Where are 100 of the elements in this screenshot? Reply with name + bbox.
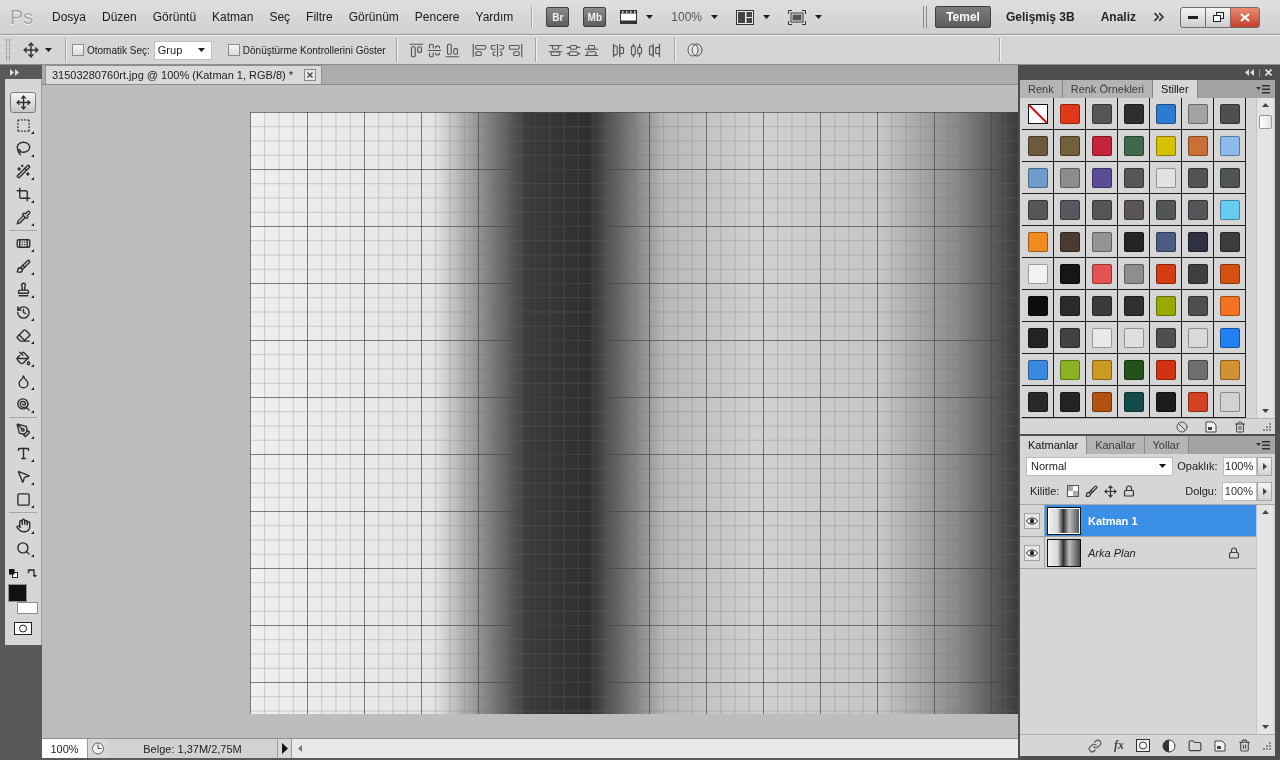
clock-icon[interactable] — [88, 739, 108, 758]
layer-item[interactable]: Arka Plan — [1045, 537, 1256, 568]
style-swatch-icon[interactable] — [1027, 231, 1048, 252]
fill-field[interactable]: 100% — [1222, 481, 1257, 501]
style-swatch-icon[interactable] — [1155, 135, 1176, 156]
style-swatch-icon[interactable] — [1059, 327, 1080, 348]
style-swatch-icon[interactable] — [1155, 231, 1176, 252]
distribute-center-icon[interactable] — [628, 42, 644, 58]
style-swatch-icon[interactable] — [1123, 135, 1144, 156]
minimize-button[interactable] — [1180, 6, 1206, 28]
style-swatch-icon[interactable] — [1027, 167, 1048, 188]
style-swatch-icon[interactable] — [1155, 263, 1176, 284]
launcher-button[interactable]: Br — [546, 7, 570, 27]
style-swatch-icon[interactable] — [1059, 263, 1080, 284]
checkerboard-icon[interactable] — [1067, 485, 1080, 497]
visibility-toggle[interactable] — [1024, 544, 1040, 561]
style-swatch-icon[interactable] — [1027, 263, 1048, 284]
menu-item[interactable]: Görünüm — [340, 7, 407, 27]
style-swatch-icon[interactable] — [1123, 199, 1144, 220]
style-swatch-icon[interactable] — [1187, 103, 1208, 124]
workspace-button[interactable]: Temel — [935, 6, 991, 28]
tool-button[interactable] — [10, 92, 36, 113]
style-swatch-icon[interactable] — [1059, 167, 1080, 188]
style-swatch-icon[interactable] — [1219, 391, 1240, 412]
menu-item[interactable]: Görüntü — [144, 7, 205, 27]
style-swatch-icon[interactable] — [1123, 391, 1144, 412]
style-swatch-icon[interactable] — [1027, 391, 1048, 412]
vertical-scrollbar[interactable] — [1256, 98, 1273, 418]
style-swatch-icon[interactable] — [1091, 167, 1112, 188]
style-swatch-icon[interactable] — [1155, 295, 1176, 316]
style-swatch-icon[interactable] — [1059, 391, 1080, 412]
brush-icon[interactable] — [1085, 484, 1099, 498]
panel-tab[interactable]: Yollar — [1144, 436, 1189, 454]
style-swatch-icon[interactable] — [1059, 231, 1080, 252]
distribute-middle-icon[interactable] — [565, 42, 581, 58]
checkbox[interactable] — [227, 44, 240, 56]
workspace-button[interactable]: Gelişmiş 3B — [994, 6, 1086, 28]
style-swatch-icon[interactable] — [1059, 135, 1080, 156]
style-swatch-icon[interactable] — [1187, 391, 1208, 412]
style-swatch-icon[interactable] — [1091, 231, 1112, 252]
style-swatch-icon[interactable] — [1187, 263, 1208, 284]
scroll-left-icon[interactable] — [298, 745, 302, 752]
style-swatch-icon[interactable] — [1123, 359, 1144, 380]
style-swatch-icon[interactable] — [1155, 327, 1176, 348]
distribute-left-icon[interactable] — [610, 42, 626, 58]
menu-item[interactable]: Seç — [261, 7, 299, 27]
menu-item[interactable]: Yardım — [467, 7, 522, 27]
style-swatch-icon[interactable] — [1155, 391, 1176, 412]
document-tab[interactable]: 31503280760rt.jpg @ 100% (Katman 1, RGB/8) * — [45, 65, 323, 84]
close-button[interactable] — [1230, 6, 1260, 28]
style-swatch-icon[interactable] — [1187, 231, 1208, 252]
style-swatch-icon[interactable] — [1123, 263, 1144, 284]
menu-item[interactable]: Filtre — [298, 7, 341, 27]
checkbox[interactable] — [72, 44, 84, 56]
style-swatch-icon[interactable] — [1187, 295, 1208, 316]
auto-select-dropdown[interactable]: Grup — [153, 40, 212, 60]
align-right-icon[interactable] — [507, 42, 523, 58]
style-swatch-icon[interactable] — [1027, 327, 1048, 348]
folder-icon[interactable] — [1188, 738, 1202, 753]
align-top-icon[interactable] — [408, 42, 424, 58]
panel-tab[interactable]: Stiller — [1153, 80, 1198, 98]
trash-icon[interactable] — [1238, 739, 1251, 752]
opacity-slider-button[interactable] — [1257, 456, 1272, 476]
align-bottom-icon[interactable] — [444, 42, 460, 58]
style-swatch-icon[interactable] — [1059, 359, 1080, 380]
double-triangle-left-icon[interactable] — [1245, 69, 1254, 76]
overlapping-ovals-icon[interactable] — [686, 43, 703, 57]
menu-item[interactable]: Düzen — [94, 7, 145, 27]
style-swatch-icon[interactable] — [1091, 103, 1112, 124]
panel-tab[interactable]: Renk Örnekleri — [1062, 80, 1154, 98]
distribute-bottom-icon[interactable] — [583, 42, 599, 58]
style-swatch-icon[interactable] — [1123, 231, 1144, 252]
style-swatch-icon[interactable] — [1219, 231, 1240, 252]
style-swatch-icon[interactable] — [1187, 199, 1208, 220]
bent-arrow-icon[interactable] — [27, 568, 37, 578]
style-swatch-icon[interactable] — [1219, 263, 1240, 284]
style-swatch-icon[interactable] — [1091, 135, 1112, 156]
overlapping-squares-icon[interactable] — [9, 568, 18, 578]
style-swatch-icon[interactable] — [1187, 135, 1208, 156]
launcher-button[interactable]: Mb — [583, 7, 607, 27]
move-icon[interactable] — [1104, 484, 1118, 498]
foreground-swatch-icon[interactable] — [8, 584, 27, 602]
circle-in-square-icon[interactable] — [1136, 739, 1150, 752]
double-triangle-right-icon[interactable] — [10, 68, 19, 76]
style-swatch-icon[interactable] — [1219, 327, 1240, 348]
style-swatch-icon[interactable] — [1123, 327, 1144, 348]
style-swatch-icon[interactable] — [1219, 135, 1240, 156]
vertical-scrollbar[interactable] — [1256, 505, 1273, 734]
panel-menu-icon[interactable] — [1256, 440, 1270, 450]
menu-item[interactable]: Pencere — [406, 7, 468, 27]
style-swatch-icon[interactable] — [1059, 295, 1080, 316]
style-swatch-icon[interactable] — [1219, 199, 1240, 220]
align-center-icon[interactable] — [489, 42, 505, 58]
style-swatch-icon[interactable] — [1123, 295, 1144, 316]
panel-tab[interactable]: Katmanlar — [1020, 436, 1088, 454]
align-middle-icon[interactable] — [426, 42, 442, 58]
style-swatch-icon[interactable] — [1027, 135, 1048, 156]
style-swatch-icon[interactable] — [1091, 295, 1112, 316]
opacity-field[interactable]: 100% — [1222, 456, 1258, 476]
distribute-top-icon[interactable] — [547, 42, 563, 58]
